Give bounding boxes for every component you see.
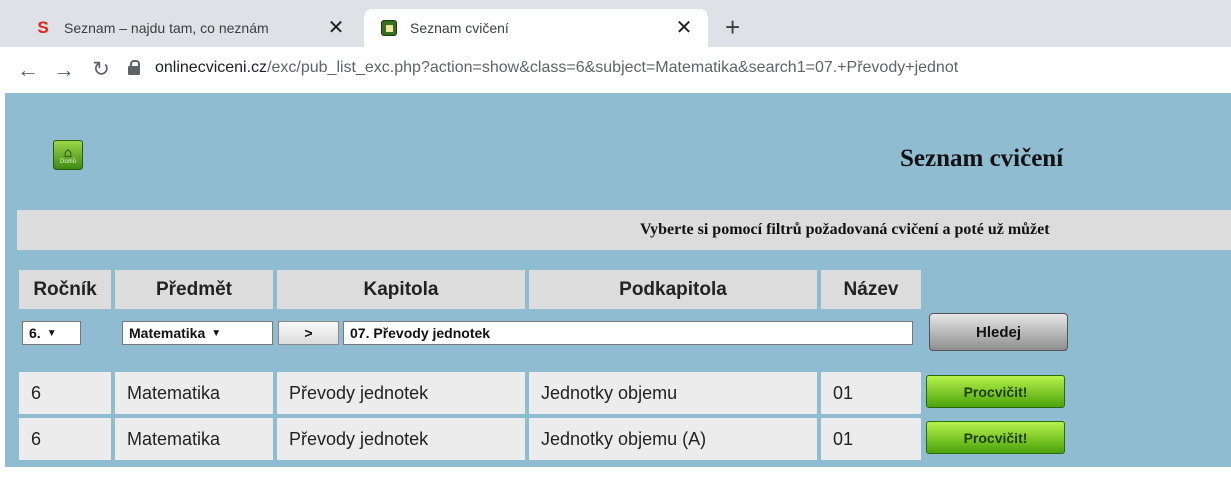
page-title: Seznam cvičení [900,145,1064,172]
tab-title: Seznam cvičení [410,20,509,36]
predmet-value: Matematika [129,325,206,341]
home-button[interactable]: ⌂ Domů [53,140,83,170]
table-cell-nazev: 01 [821,372,921,414]
page-content: ⌂ Domů Seznam cvičení Vyberte si pomocí … [5,93,1231,467]
back-arrow-icon[interactable]: ← [13,55,43,85]
table-cell-nazev: 01 [821,418,921,460]
home-label: Domů [59,158,76,165]
dropdown-arrow-icon: ▼ [46,327,57,339]
search-input[interactable]: 07. Převody jednotek [343,321,913,345]
forward-arrow-icon[interactable]: → [49,55,79,85]
header-podkapitola: Podkapitola [529,270,817,309]
close-icon[interactable]: ✕ [672,18,696,38]
predmet-select[interactable]: Matematika ▼ [122,321,273,345]
table-cell-predmet: Matematika [115,372,273,414]
new-tab-button[interactable]: + [725,14,740,40]
lock-icon[interactable] [128,60,140,78]
close-icon[interactable]: ✕ [324,18,348,38]
tab-seznam[interactable]: S Seznam – najdu tam, co neznám ✕ [20,9,360,47]
header-predmet: Předmět [115,270,273,309]
header-nazev: Název [821,270,921,309]
reload-icon[interactable]: ↻ [86,55,116,85]
tab-seznam-cviceni[interactable]: Seznam cvičení ✕ [364,9,708,47]
browser-toolbar: ← → ↻ onlinecviceni.cz/exc/pub_list_exc.… [0,47,1231,93]
table-cell-rocnik: 6 [19,418,111,460]
seznam-s-icon: S [37,18,49,37]
address-bar[interactable]: onlinecviceni.cz/exc/pub_list_exc.php?ac… [155,59,958,77]
house-icon: ⌂ [63,143,73,160]
info-bar: Vyberte si pomocí filtrů požadovaná cvič… [17,210,1231,250]
tab-strip: S Seznam – najdu tam, co neznám ✕ Seznam… [0,0,1231,47]
dropdown-arrow-icon: ▼ [211,327,222,339]
info-text: Vyberte si pomocí filtrů požadovaná cvič… [640,221,1050,238]
table-cell-podkapitola: Jednotky objemu (A) [529,418,817,460]
practice-button[interactable]: Procvičit! [926,421,1065,454]
search-button[interactable]: Hledej [929,313,1068,351]
go-button[interactable]: > [278,321,339,345]
url-path: /exc/pub_list_exc.php?action=show&class=… [267,59,959,76]
table-cell-rocnik: 6 [19,372,111,414]
table-cell-kapitola: Převody jednotek [277,372,525,414]
home-icon [380,19,398,37]
rocnik-select[interactable]: 6. ▼ [22,321,81,345]
header-kapitola: Kapitola [277,270,525,309]
practice-button[interactable]: Procvičit! [926,375,1065,408]
table-cell-podkapitola: Jednotky objemu [529,372,817,414]
rocnik-value: 6. [29,325,41,341]
header-rocnik: Ročník [19,270,111,309]
url-host: onlinecviceni.cz [155,59,268,76]
table-cell-kapitola: Převody jednotek [277,418,525,460]
tab-title: Seznam – najdu tam, co neznám [64,20,269,36]
table-cell-predmet: Matematika [115,418,273,460]
